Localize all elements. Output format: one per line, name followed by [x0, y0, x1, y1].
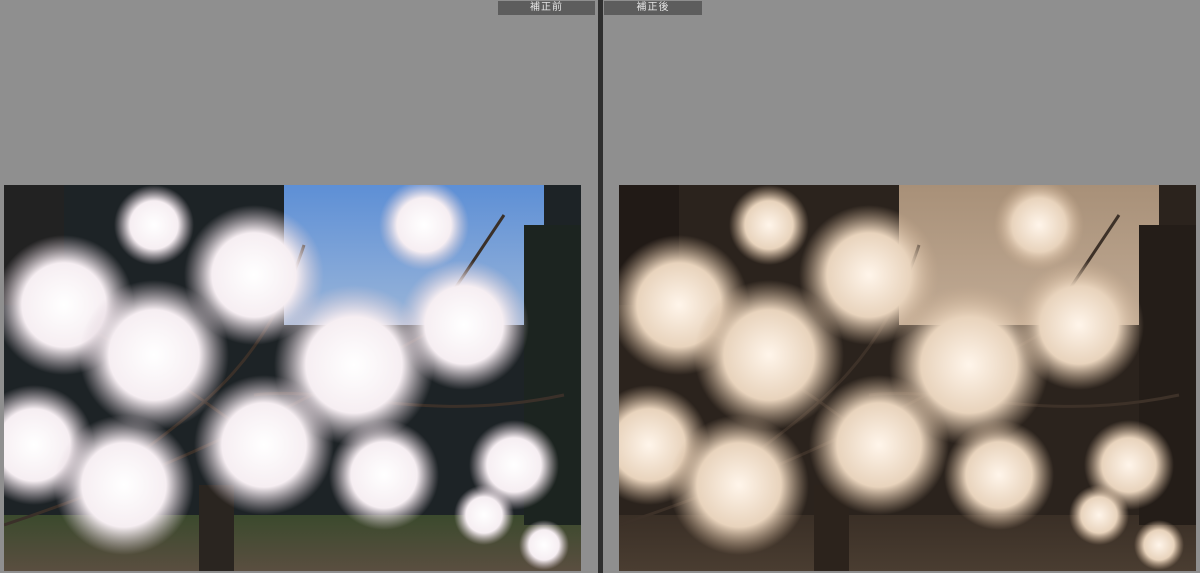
- after-label: 補正後: [604, 1, 702, 15]
- before-pane: 補正前: [0, 0, 598, 573]
- before-label: 補正前: [498, 1, 595, 15]
- after-pane: 補正後: [603, 0, 1200, 573]
- after-photo: [619, 185, 1196, 571]
- before-photo: [4, 185, 581, 571]
